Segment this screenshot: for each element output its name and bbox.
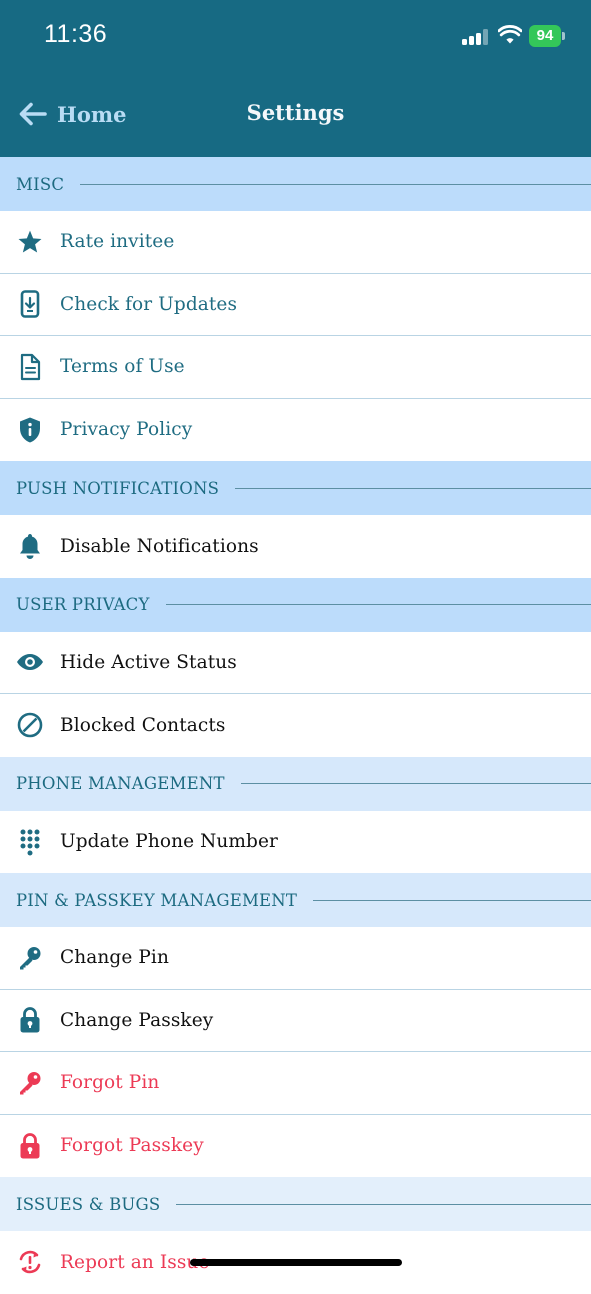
row-label: Rate invitee xyxy=(60,231,175,253)
section-header-pin-passkey: PIN & PASSKEY MANAGEMENT xyxy=(0,873,591,927)
section-divider xyxy=(176,1203,591,1205)
page-title: Settings xyxy=(246,100,345,125)
section-title: PHONE MANAGEMENT xyxy=(16,774,225,793)
change-pin-row[interactable]: Change Pin xyxy=(0,927,591,990)
row-label: Forgot Passkey xyxy=(60,1135,204,1157)
disable-notifications-row[interactable]: Disable Notifications xyxy=(0,515,591,578)
section-title: USER PRIVACY xyxy=(16,595,150,614)
section-header-issues-bugs: ISSUES & BUGS xyxy=(0,1177,591,1231)
cellular-signal-icon xyxy=(462,29,488,45)
wifi-icon xyxy=(498,25,522,44)
row-label: Disable Notifications xyxy=(60,535,259,557)
report-issue-icon xyxy=(19,1251,41,1274)
block-icon xyxy=(17,712,43,738)
terms-of-use-row[interactable]: Terms of Use xyxy=(0,336,591,399)
key-icon xyxy=(20,946,41,970)
section-header-user-privacy: USER PRIVACY xyxy=(0,577,591,632)
status-time: 11:36 xyxy=(44,20,108,48)
row-label: Hide Active Status xyxy=(60,651,237,673)
forgot-passkey-row[interactable]: Forgot Passkey xyxy=(0,1114,591,1177)
star-icon xyxy=(18,230,42,253)
battery-indicator: 94 xyxy=(529,25,561,47)
section-header-push-notifications: PUSH NOTIFICATIONS xyxy=(0,461,591,515)
row-label: Change Pin xyxy=(60,947,169,969)
home-indicator xyxy=(190,1259,402,1266)
section-header-phone-management: PHONE MANAGEMENT xyxy=(0,756,591,811)
settings-list: MISC Rate invitee Check for Updates Term… xyxy=(0,157,591,1294)
section-divider xyxy=(240,783,591,784)
section-title: PIN & PASSKEY MANAGEMENT xyxy=(16,890,298,910)
eye-icon xyxy=(17,654,43,671)
forgot-pin-row[interactable]: Forgot Pin xyxy=(0,1052,591,1115)
dialpad-icon xyxy=(20,829,40,856)
blocked-contacts-row[interactable]: Blocked Contacts xyxy=(0,694,591,757)
section-title: MISC xyxy=(16,174,65,194)
update-phone-number-row[interactable]: Update Phone Number xyxy=(0,810,591,873)
shield-info-icon xyxy=(20,417,40,443)
row-label: Blocked Contacts xyxy=(60,714,226,736)
section-divider xyxy=(165,604,591,605)
key-icon xyxy=(20,1071,41,1095)
lock-icon xyxy=(20,1132,40,1159)
lock-icon xyxy=(20,1007,40,1033)
phone-download-icon xyxy=(20,290,40,319)
row-label: Forgot Pin xyxy=(60,1072,160,1094)
check-for-updates-row[interactable]: Check for Updates xyxy=(0,273,591,336)
row-label: Report an Issue xyxy=(60,1251,210,1273)
section-divider xyxy=(313,899,591,901)
row-label: Check for Updates xyxy=(60,293,238,315)
section-title: PUSH NOTIFICATIONS xyxy=(16,478,220,498)
row-label: Terms of Use xyxy=(60,356,185,378)
section-header-misc: MISC xyxy=(0,157,591,211)
row-label: Change Passkey xyxy=(60,1009,214,1031)
hide-active-status-row[interactable]: Hide Active Status xyxy=(0,631,591,694)
rate-invitee-row[interactable]: Rate invitee xyxy=(0,211,591,274)
document-icon xyxy=(20,353,41,380)
section-divider xyxy=(80,183,591,185)
battery-tip xyxy=(562,32,565,40)
privacy-policy-row[interactable]: Privacy Policy xyxy=(0,398,591,461)
row-label: Update Phone Number xyxy=(60,831,278,853)
bell-icon xyxy=(20,534,40,560)
change-passkey-row[interactable]: Change Passkey xyxy=(0,989,591,1052)
section-title: ISSUES & BUGS xyxy=(16,1194,161,1214)
row-label: Privacy Policy xyxy=(60,419,193,441)
top-bar: 11:36 94 Home Settings xyxy=(0,0,591,157)
section-divider xyxy=(235,487,591,489)
